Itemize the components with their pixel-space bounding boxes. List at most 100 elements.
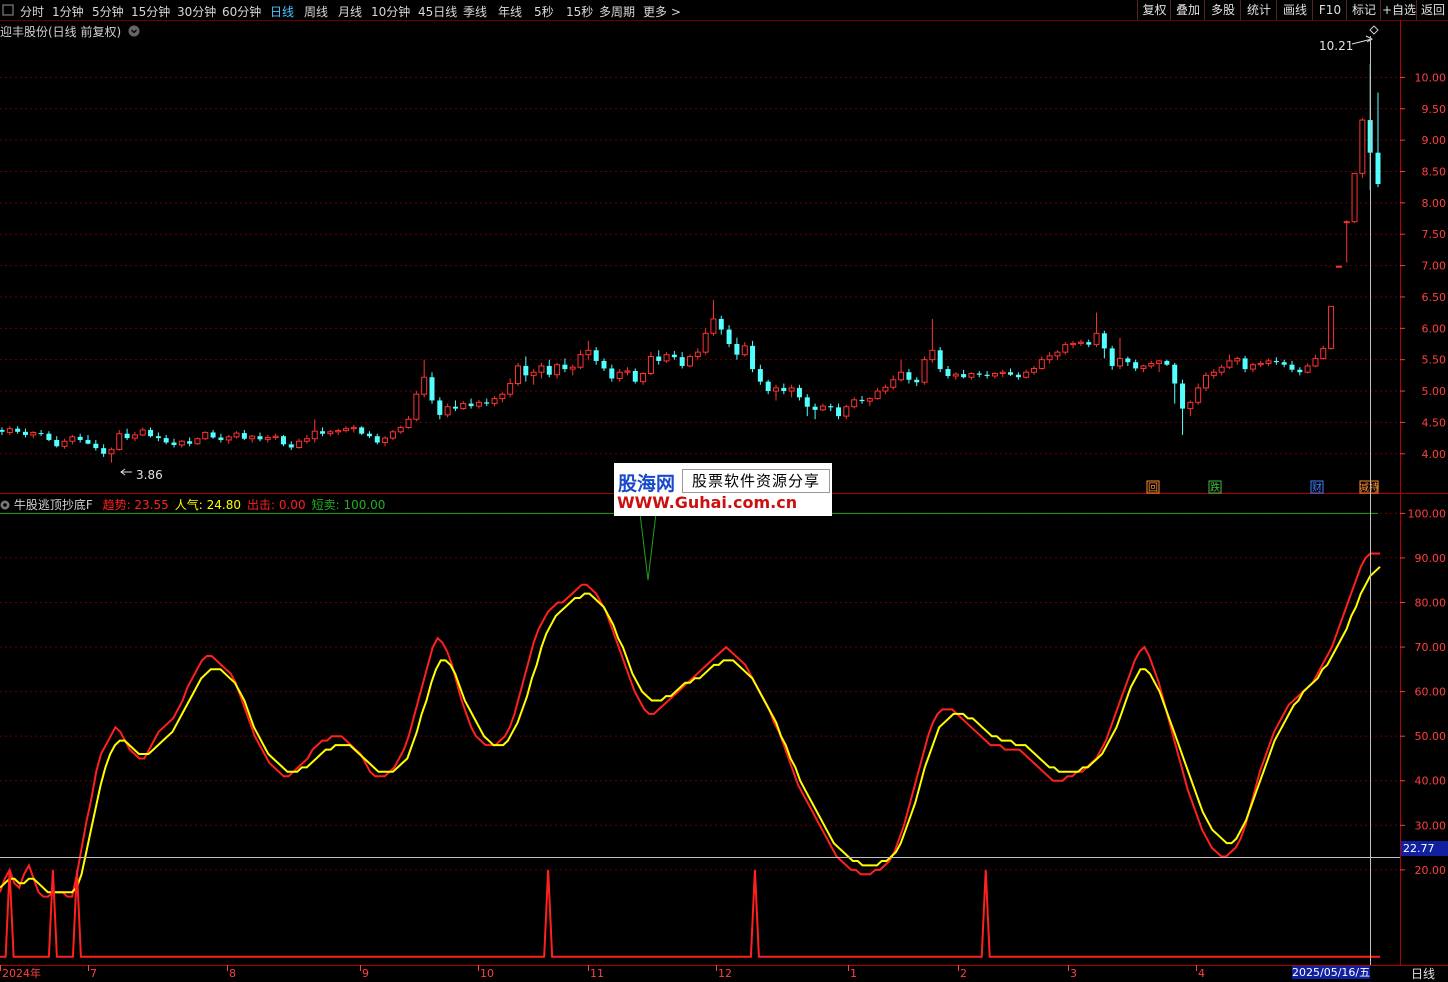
candle-body [499,393,506,400]
candle-body [405,418,412,428]
candle-body [1008,372,1014,375]
candle-body [819,405,826,411]
indicator-value-label: 短卖: [311,498,340,512]
candle-body [1038,359,1045,369]
candle-body [131,434,138,439]
candle-body [93,443,99,449]
candle-body [914,379,920,383]
candle-body [1210,371,1217,376]
candle-body [218,437,224,440]
candle-body [750,345,756,370]
candle-body [796,387,802,398]
candle-body [546,365,552,375]
cursor-date: 2025/05/16/五 [1292,966,1370,979]
candle-body [1242,358,1248,370]
event-marker: 回 [1148,482,1158,494]
candle-body [366,433,372,437]
candle-body [1023,371,1030,378]
chevron-down-icon[interactable] [128,25,140,37]
price-tick-label: 6.00 [1422,322,1447,335]
indicator-tick-label: 50.00 [1415,730,1447,743]
candle-body [30,431,37,436]
candle-body [1062,344,1069,353]
time-tick-label: 12 [718,967,732,979]
candle-body [647,356,654,374]
candle-body [656,356,662,361]
candle-body [335,430,342,433]
candle-body [687,356,693,367]
indicator-series-line [0,552,1380,898]
candle-body [694,351,701,358]
candle-body [69,436,76,442]
candle-body [1156,360,1163,364]
candle-body [1351,172,1358,223]
candle-body [264,436,271,440]
candle-body [1172,364,1178,384]
high-price-label: 10.21 [1319,39,1354,53]
current-value-label: 22.77 [1401,841,1448,856]
candle-body [523,365,529,376]
candle-body [851,399,858,408]
time-tick-label: 1 [850,967,857,979]
candle-body [968,372,975,378]
price-tick-label: 5.50 [1422,354,1447,367]
candle-body [843,406,850,417]
indicator-value-number: 24.80 [202,498,241,512]
candle-body [475,401,482,407]
indicator-value-number: 0.00 [275,498,306,512]
candle-body [836,407,842,417]
candle-body [929,349,936,361]
candle-body [359,427,365,434]
candle-body [491,398,498,405]
candle-body [155,436,161,439]
candle-body [1226,360,1233,368]
candle-body [937,350,943,370]
candle-body [1273,360,1279,363]
indicator-value-label: 出击: [247,498,276,512]
candle-body [46,433,52,440]
candle-body [1148,362,1155,367]
candle-body [382,437,389,443]
candle-body [991,372,998,377]
candle-body [859,399,865,402]
candle-body [538,365,545,373]
price-tick-label: 9.50 [1422,103,1447,116]
candle-body [85,439,91,444]
candle-body [303,438,310,442]
high-arrow-icon [1351,35,1374,45]
attack-signal-line [0,869,1380,958]
candle-body [1101,333,1107,349]
candle-body [640,372,647,383]
candle-body [374,436,380,443]
price-tick-label: 7.50 [1422,228,1447,241]
candle-body [788,387,795,392]
candle-body [632,370,638,382]
candle-body [1281,362,1287,365]
price-tick-label: 9.00 [1422,134,1447,147]
candle-body [38,433,44,435]
candle-body [1320,347,1327,359]
candle-body [22,431,28,435]
price-tick-label: 4.50 [1422,416,1447,429]
candle-body [562,364,568,370]
gear-icon[interactable] [0,500,10,510]
short-sell-spike [639,513,657,581]
time-tick-label: 2 [960,967,967,979]
candle-body [413,393,420,420]
indicator-value-label: 人气: [174,498,203,512]
candle-body [241,433,247,439]
candle-body [421,376,428,395]
candle-body [671,354,677,358]
candle-body [1125,358,1131,363]
candle-body [882,386,889,392]
candle-body [1312,357,1319,367]
candle-body [61,440,68,447]
candle-body [54,439,60,447]
candle-body [593,350,599,361]
candle-body [945,369,951,376]
indicator-value: 短卖: 100.00 [312,498,386,512]
candle-body [187,441,193,444]
candle-body [15,428,21,432]
candle-body [757,369,763,382]
candle-body [1164,360,1170,365]
